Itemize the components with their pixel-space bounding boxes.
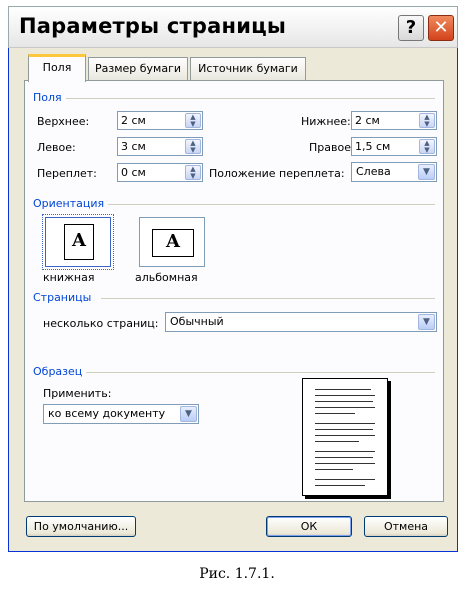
preview-text-line xyxy=(315,395,375,396)
preview-text-line xyxy=(315,469,353,470)
chevron-down-icon[interactable]: ▼ xyxy=(418,164,435,180)
title-bar: Параметры страницы ? ✕ xyxy=(8,6,458,48)
ok-button[interactable]: ОК xyxy=(266,516,352,537)
gutter-value: 0 см xyxy=(121,166,146,179)
bottom-margin-field[interactable]: 2 см ▲ ▼ xyxy=(351,111,437,130)
gutter-field[interactable]: 0 см ▲ ▼ xyxy=(117,163,203,182)
default-button[interactable]: По умолчанию... xyxy=(26,516,136,537)
figure-caption: Рис. 1.7.1. xyxy=(199,566,275,582)
chevron-down-icon[interactable]: ▼ xyxy=(418,314,435,330)
spin-updown-icon[interactable]: ▲ ▼ xyxy=(419,113,435,128)
group-divider xyxy=(81,372,435,373)
portrait-page-icon: A xyxy=(64,224,94,260)
preview-text-line xyxy=(315,429,373,430)
left-margin-field[interactable]: 3 см ▲ ▼ xyxy=(117,137,203,156)
preview-text-line xyxy=(315,463,375,464)
gutter-label: Переплет: xyxy=(37,167,97,180)
preview-text-line xyxy=(315,423,375,424)
preview-text-line xyxy=(315,435,375,436)
tab-paper-size[interactable]: Размер бумаги xyxy=(88,57,188,81)
bottom-margin-label: Нижнее: xyxy=(301,115,351,128)
preview-text-line xyxy=(315,485,365,486)
left-margin-value: 3 см xyxy=(121,140,146,153)
spin-updown-icon[interactable]: ▲ ▼ xyxy=(419,139,435,154)
top-margin-value: 2 см xyxy=(121,114,146,127)
landscape-label[interactable]: альбомная xyxy=(135,271,198,284)
landscape-option[interactable]: A xyxy=(139,217,205,267)
top-margin-label: Верхнее: xyxy=(37,115,90,128)
close-button[interactable]: ✕ xyxy=(428,15,454,41)
preview-text-line xyxy=(315,401,373,402)
pages-group-title: Страницы xyxy=(33,291,96,304)
multiple-pages-label: несколько страниц: xyxy=(43,317,159,330)
sample-group-title: Образец xyxy=(33,365,87,378)
tab-paper-source[interactable]: Источник бумаги xyxy=(190,57,306,81)
tab-margins[interactable]: Поля xyxy=(28,54,86,82)
gutter-position-label: Положение переплета: xyxy=(209,167,345,180)
chevron-down-icon[interactable]: ▼ xyxy=(180,406,197,422)
preview-text-line xyxy=(315,451,375,452)
preview-text-line xyxy=(315,389,371,390)
group-divider xyxy=(105,204,435,205)
top-margin-field[interactable]: 2 см ▲ ▼ xyxy=(117,111,203,130)
margins-group-title: Поля xyxy=(33,91,66,104)
right-margin-value: 1,5 см xyxy=(355,140,391,153)
apply-to-select[interactable]: ко всему документу ▼ xyxy=(43,404,199,424)
preview-text-line xyxy=(315,407,375,408)
group-divider xyxy=(101,298,435,299)
cancel-button[interactable]: Отмена xyxy=(364,516,448,537)
preview-text-line xyxy=(315,479,375,480)
right-margin-field[interactable]: 1,5 см ▲ ▼ xyxy=(351,137,437,156)
portrait-option[interactable]: A xyxy=(42,214,114,270)
help-button[interactable]: ? xyxy=(398,15,424,41)
bottom-margin-value: 2 см xyxy=(355,114,380,127)
group-divider xyxy=(65,98,435,99)
spin-updown-icon[interactable]: ▲ ▼ xyxy=(185,165,201,180)
multiple-pages-select[interactable]: Обычный ▼ xyxy=(165,312,437,332)
orientation-group-title: Ориентация xyxy=(33,197,109,210)
gutter-position-value: Слева xyxy=(356,165,391,178)
portrait-label[interactable]: книжная xyxy=(43,271,94,284)
left-margin-label: Левое: xyxy=(37,141,76,154)
gutter-position-select[interactable]: Слева ▼ xyxy=(351,162,437,182)
window-title: Параметры страницы xyxy=(19,14,287,38)
preview-text-line xyxy=(315,457,373,458)
multiple-pages-value: Обычный xyxy=(170,315,224,328)
preview-text-line xyxy=(315,413,355,414)
preview-text-line xyxy=(315,441,359,442)
spin-updown-icon[interactable]: ▲ ▼ xyxy=(185,139,201,154)
apply-to-value: ко всему документу xyxy=(48,407,166,420)
spin-updown-icon[interactable]: ▲ ▼ xyxy=(185,113,201,128)
apply-to-label: Применить: xyxy=(43,387,112,400)
landscape-page-icon: A xyxy=(152,229,194,257)
right-margin-label: Правое: xyxy=(309,141,355,154)
sample-page-preview xyxy=(302,378,388,496)
